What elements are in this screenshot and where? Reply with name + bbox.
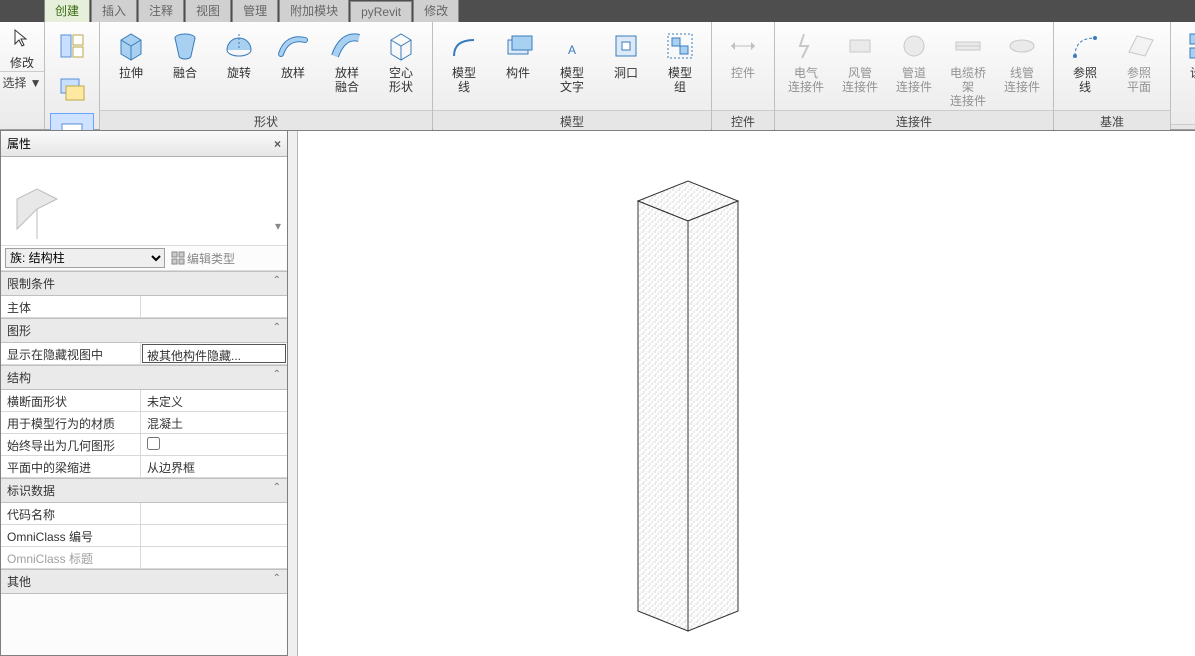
group-shapes-label: 形状 (100, 110, 432, 132)
prop-material-value[interactable]: 混凝土 (141, 412, 287, 433)
group-controls-label: 控件 (712, 110, 774, 132)
tab-modify[interactable]: 修改 (413, 0, 459, 22)
prop-beam-value[interactable]: 从边界框 (141, 456, 287, 477)
prop-omnit-value (141, 547, 287, 568)
viewport-3d[interactable] (288, 130, 1195, 656)
tab-addins[interactable]: 附加模块 (279, 0, 349, 22)
properties-table: 限制条件⌃ 主体 图形⌃ 显示在隐藏视图中被其他构件隐藏... 结构⌃ 横断面形… (1, 271, 287, 655)
blend-button[interactable]: 融合 (160, 26, 210, 110)
cabletray-connector-button: 电缆桥架 连接件 (943, 26, 993, 110)
select-dropdown[interactable]: 选择 ▼ (0, 71, 44, 93)
model-text-button[interactable]: A模型 文字 (547, 26, 597, 110)
group-constraints[interactable]: 限制条件⌃ (1, 271, 287, 296)
void-forms-button[interactable]: 空心 形状 (376, 26, 426, 110)
viewport-content (288, 131, 1188, 651)
electrical-connector-button: 电气 连接件 (781, 26, 831, 110)
group-datum-label: 基准 (1054, 110, 1170, 132)
group-settings-label (1171, 124, 1195, 129)
reference-line-button[interactable]: 参照 线 (1060, 26, 1110, 110)
model-line-button[interactable]: 模型 线 (439, 26, 489, 110)
reference-plane-button: 参照 平面 (1114, 26, 1164, 110)
prop-hidden-label: 显示在隐藏视图中 (1, 343, 141, 364)
prop-omni-label: OmniClass 编号 (1, 525, 141, 546)
group-other[interactable]: 其他⌃ (1, 569, 287, 594)
model-group-button[interactable]: 模型 组 (655, 26, 705, 110)
sweep-button[interactable]: 放样 (268, 26, 318, 110)
duct-connector-button: 风管 连接件 (835, 26, 885, 110)
svg-text:A: A (568, 43, 576, 57)
prop-export-checkbox[interactable] (147, 437, 160, 450)
group-structure[interactable]: 结构⌃ (1, 365, 287, 390)
prop-section-value[interactable]: 未定义 (141, 390, 287, 411)
group-identity[interactable]: 标识数据⌃ (1, 478, 287, 503)
palette-title: 属性 (7, 135, 31, 152)
control-button: 控件 (718, 26, 768, 110)
ribbon: 修改 选择 ▼ 属性 拉伸 融合 旋转 放样 放样 融合 空心 形状 形状 模型… (0, 22, 1195, 130)
tab-insert[interactable]: 插入 (91, 0, 137, 22)
chevron-down-icon[interactable]: ▾ (275, 219, 281, 233)
prop-host-label: 主体 (1, 296, 141, 317)
group-connectors-label: 连接件 (775, 110, 1053, 132)
conduit-connector-button: 线管 连接件 (997, 26, 1047, 110)
prop-section-label: 横断面形状 (1, 390, 141, 411)
prop-export-label: 始终导出为几何图形 (1, 434, 141, 455)
tab-manage[interactable]: 管理 (232, 0, 278, 22)
prop-code-label: 代码名称 (1, 503, 141, 524)
tab-view[interactable]: 视图 (185, 0, 231, 22)
group-models-label: 模型 (433, 110, 711, 132)
edit-type-button[interactable]: 编辑类型 (171, 250, 235, 267)
swept-blend-button[interactable]: 放样 融合 (322, 26, 372, 110)
cursor-icon[interactable] (10, 26, 34, 50)
component-button[interactable]: 构件 (493, 26, 543, 110)
prop-material-label: 用于模型行为的材质 (1, 412, 141, 433)
extrude-button[interactable]: 拉伸 (106, 26, 156, 110)
opening-button[interactable]: 洞口 (601, 26, 651, 110)
family-types-icon[interactable] (51, 70, 93, 110)
properties-palette: 属性 × ▾ 族: 结构柱 编辑类型 限制条件⌃ 主体 图形⌃ 显示在隐藏视图中… (0, 130, 288, 656)
group-graphics[interactable]: 图形⌃ (1, 318, 287, 343)
prop-omnit-label: OmniClass 标题 (1, 547, 141, 568)
prop-hidden-value[interactable]: 被其他构件隐藏... (142, 344, 286, 363)
ribbon-tabs: 创建 插入 注释 视图 管理 附加模块 pyRevit 修改 (0, 0, 1195, 22)
prop-host-value[interactable] (141, 296, 287, 317)
settings-button[interactable]: 设置 (1177, 26, 1195, 110)
workspace: 属性 × ▾ 族: 结构柱 编辑类型 限制条件⌃ 主体 图形⌃ 显示在隐藏视图中… (0, 130, 1195, 656)
pipe-connector-button: 管道 连接件 (889, 26, 939, 110)
family-selector[interactable]: 族: 结构柱 (5, 248, 165, 268)
properties-toggle-icon[interactable] (51, 26, 93, 66)
prop-export-value[interactable] (141, 434, 287, 455)
tab-pyrevit[interactable]: pyRevit (350, 1, 412, 22)
revolve-button[interactable]: 旋转 (214, 26, 264, 110)
prop-omni-value[interactable] (141, 525, 287, 546)
prop-beam-label: 平面中的梁缩进 (1, 456, 141, 477)
tab-annotate[interactable]: 注释 (138, 0, 184, 22)
tab-create[interactable]: 创建 (44, 0, 90, 22)
modify-label: 修改 (10, 54, 34, 71)
type-preview[interactable]: ▾ (1, 157, 287, 245)
close-icon[interactable]: × (274, 137, 281, 151)
prop-code-value[interactable] (141, 503, 287, 524)
